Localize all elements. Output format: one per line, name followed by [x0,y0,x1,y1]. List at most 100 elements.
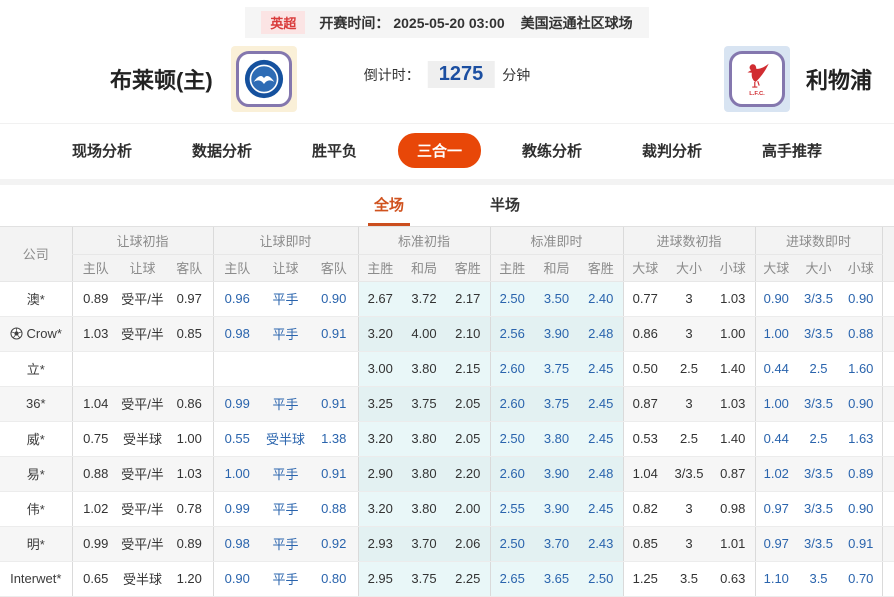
nav-tab-6[interactable]: 裁判分析 [623,133,721,168]
odds-cell [212,351,261,387]
odds-cell [166,351,213,387]
away-crest-caption: L.F.C. [749,91,765,97]
odds-cell: 0.92 [310,526,358,562]
col-header: 大球 [754,254,798,282]
sub-tab-1[interactable]: 全场 [367,194,410,226]
company-name: Crow* [26,326,62,341]
odds-cell: 2.05 [446,386,490,422]
nav-tab-5[interactable]: 教练分析 [503,133,601,168]
col-header-row: 主队 让球 客队 主队 让球 客队 主胜 和局 客胜 主胜 和局 客胜 大球 大小 小球 大球 大小 小球 [0,254,894,282]
odds-cell: 平手 [261,456,310,492]
col-header: 大小 [797,254,841,282]
scroll-gutter-cell [881,281,894,317]
scroll-gutter-cell [881,456,894,492]
odds-cell: 1.63 [840,421,883,457]
odds-cell: 3 [667,526,711,562]
away-team-name: 利物浦 [805,68,872,93]
countdown-label: 倒计时： [363,66,420,83]
odds-cell: 2.50 [489,281,534,317]
odds-cell: 1.00 [166,421,213,457]
odds-cell: 2.95 [357,561,402,597]
odds-cell: 3.20 [357,421,402,457]
odds-cell: 0.97 [166,281,213,317]
odds-cell: 平手 [261,281,310,317]
nav-tab-1[interactable]: 现场分析 [53,133,151,168]
odds-cell: 2.60 [489,351,534,387]
odds-cell: 受半球 [261,421,310,457]
odds-cell: 0.89 [840,456,883,492]
odds-cell: 3.25 [357,386,402,422]
away-crest-patch: L.F.C. [723,46,790,112]
odds-cell: 4.00 [402,316,446,352]
odds-cell: 0.75 [71,421,119,457]
nav-tab-4[interactable]: 三合一 [397,133,481,168]
odds-cell: 受平/半 [119,526,166,562]
company-name: 澳* [26,292,45,307]
nav-tab-2[interactable]: 数据分析 [173,133,271,168]
scroll-gutter-cell [881,316,894,352]
odds-cell: 3.90 [534,491,579,527]
odds-cell: 2.06 [446,526,490,562]
odds-cell: 3.90 [534,316,579,352]
table-row: 易* 0.88 受平/半 1.03 1.00 平手 0.91 2.90 3.80 2.20 2.60… [0,456,894,492]
odds-cell: 3.75 [534,386,579,422]
nav-tab-7[interactable]: 高手推荐 [743,133,841,168]
company-name: 36* [25,396,46,411]
odds-cell: 0.55 [212,421,261,457]
odds-cell: 3.5 [797,561,841,597]
odds-cell: 2.48 [579,456,623,492]
odds-cell: 0.50 [622,351,667,387]
odds-cell: 3.00 [357,351,402,387]
odds-cell: 2.10 [446,316,490,352]
odds-cell: 3.75 [534,351,579,387]
home-team-block: 布莱顿(主) [110,46,297,112]
odds-cell: 受半球 [119,561,166,597]
odds-cell: 0.98 [212,526,261,562]
company-cell: 立* [0,351,72,387]
home-crest-patch [230,46,297,112]
odds-cell: 1.00 [711,316,756,352]
liverpool-crest-icon: L.F.C. [728,51,785,107]
odds-cell: 2.65 [489,561,534,597]
table-row: 澳* 0.89 受平/半 0.97 0.96 平手 0.90 2.67 3.72 2.17 2.50… [0,281,894,317]
odds-cell: 平手 [261,526,310,562]
company-name: 立* [26,362,45,377]
odds-cell: 0.98 [212,316,261,352]
odds-cell: 0.87 [711,456,756,492]
odds-cell: 1.02 [71,491,119,527]
odds-cell: 受平/半 [119,386,166,422]
odds-cell: 3.20 [357,316,402,352]
odds-cell: 0.89 [166,526,213,562]
odds-cell: 1.01 [711,526,756,562]
col-header: 主胜 [357,254,402,282]
table-row: 36* 1.04 受平/半 0.86 0.99 平手 0.91 3.25 3.75 2.05 2.6… [0,386,894,422]
odds-cell: 1.00 [754,316,798,352]
nav-tab-3[interactable]: 胜平负 [293,133,376,168]
odds-cell: 0.90 [840,491,883,527]
group-header: 进球数即时 [754,227,883,255]
odds-cell: 0.98 [711,491,756,527]
odds-cell: 0.91 [310,316,358,352]
odds-cell: 3/3.5 [797,456,841,492]
scroll-gutter-cell [881,561,894,597]
sub-tab-2[interactable]: 半场 [484,194,526,226]
odds-cell: 受半球 [119,421,166,457]
odds-cell: 3.65 [534,561,579,597]
odds-cell: 0.82 [622,491,667,527]
odds-cell: 0.90 [310,281,358,317]
odds-cell: 1.03 [711,281,756,317]
group-header: 让球初指 [71,227,213,255]
odds-cell: 2.90 [357,456,402,492]
odds-cell: 3.80 [402,456,446,492]
odds-cell: 2.60 [489,386,534,422]
home-team-name: 布莱顿(主) [110,68,213,93]
col-header: 小球 [711,254,756,282]
company-cell: 36* [0,386,72,422]
sub-tabs: 全场 半场 [0,185,894,227]
table-row: 伟* 1.02 受平/半 0.78 0.99 平手 0.88 3.20 3.80 2.00 2.55… [0,491,894,527]
odds-cell: 2.5 [667,421,711,457]
odds-cell: 1.00 [212,456,261,492]
odds-cell: 0.87 [622,386,667,422]
brighton-crest-icon [235,51,292,107]
odds-cell: 1.38 [310,421,358,457]
